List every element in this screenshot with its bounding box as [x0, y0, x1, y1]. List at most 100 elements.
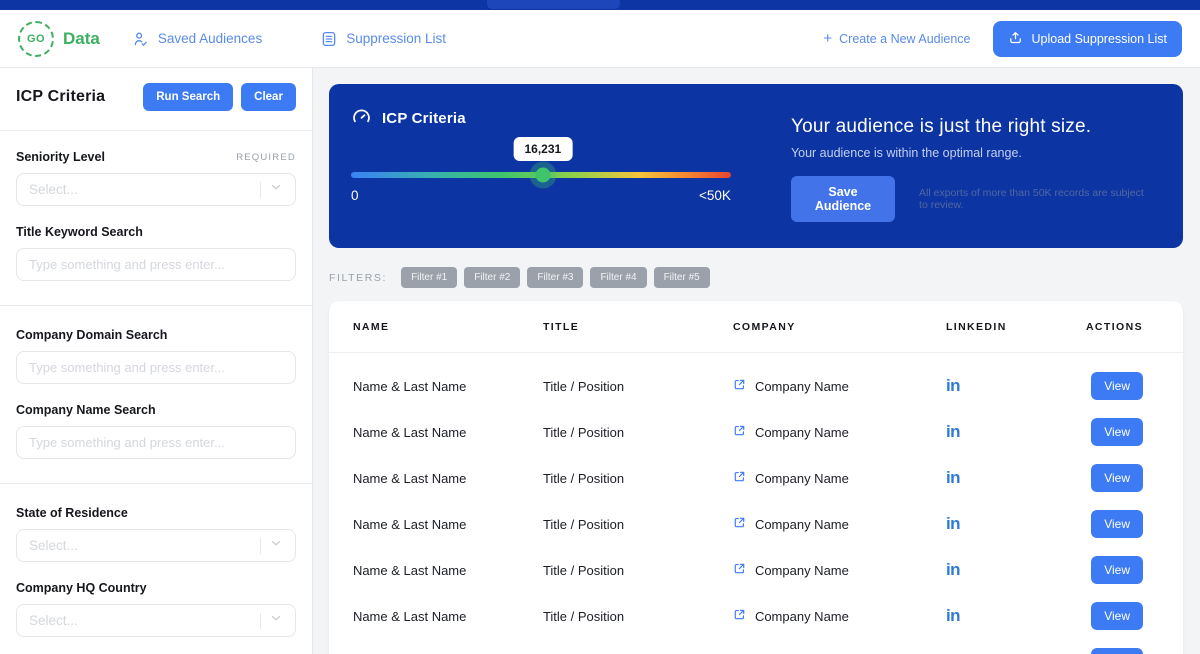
- filter-chip[interactable]: Filter #5: [654, 267, 710, 288]
- filter-chips: Filter #1 Filter #2 Filter #3 Filter #4 …: [401, 267, 710, 288]
- main-content: ICP Criteria 16,231 0 <50K Your audi: [313, 68, 1200, 654]
- name-cell: Name & Last Name: [353, 379, 543, 394]
- linkedin-cell: in: [946, 376, 1086, 396]
- form-field: Seniority Level REQUIRED Select...: [16, 150, 296, 206]
- select-controls: [260, 180, 283, 199]
- actions-cell: View: [1086, 418, 1143, 446]
- app-header: GO Data Saved Audiences: [0, 10, 1200, 68]
- filter-chip[interactable]: Filter #4: [590, 267, 646, 288]
- table-row: Name & Last Name Title / Position Compan…: [329, 547, 1183, 593]
- field-label: Seniority Level: [16, 150, 105, 164]
- nav-label: Suppression List: [346, 31, 446, 46]
- upload-button-label: Upload Suppression List: [1032, 32, 1168, 46]
- linkedin-icon[interactable]: in: [946, 560, 960, 579]
- external-link-icon[interactable]: [733, 470, 746, 486]
- external-link-icon[interactable]: [733, 424, 746, 440]
- view-button[interactable]: View: [1091, 648, 1143, 654]
- column-header: TITLE: [543, 321, 733, 333]
- company-name: Company Name: [755, 425, 849, 440]
- external-link-icon[interactable]: [733, 378, 746, 394]
- sidebar-title: ICP Criteria: [16, 88, 105, 106]
- select-divider: [260, 613, 261, 629]
- form-field: Company Name Search: [16, 403, 296, 459]
- linkedin-icon[interactable]: in: [946, 514, 960, 533]
- text-input[interactable]: [29, 360, 283, 375]
- field-label: Company Domain Search: [16, 328, 167, 342]
- linkedin-cell: in: [946, 422, 1086, 442]
- sidebar-form: Seniority Level REQUIRED Select... Title…: [0, 131, 312, 654]
- plus-icon: +: [823, 30, 832, 47]
- form-field: Company Domain Search: [16, 328, 296, 384]
- actions-cell: View: [1086, 464, 1143, 492]
- nav-saved-audiences[interactable]: Saved Audiences: [132, 30, 262, 48]
- audience-headline: Your audience is just the right size.: [791, 116, 1153, 138]
- actions-cell: View: [1086, 372, 1143, 400]
- gauge-icon: [351, 106, 372, 131]
- linkedin-icon[interactable]: in: [946, 606, 960, 625]
- external-link-icon[interactable]: [733, 562, 746, 578]
- view-button[interactable]: View: [1091, 418, 1143, 446]
- create-new-audience-link[interactable]: + Create a New Audience: [823, 30, 970, 47]
- view-button[interactable]: View: [1091, 556, 1143, 584]
- company-cell: Company Name: [733, 470, 946, 486]
- clear-button[interactable]: Clear: [241, 83, 296, 111]
- top-accent-bar: [0, 0, 1200, 10]
- view-button[interactable]: View: [1091, 510, 1143, 538]
- run-search-button[interactable]: Run Search: [143, 83, 233, 111]
- field-label: Company Name Search: [16, 403, 156, 417]
- title-cell: Title / Position: [543, 471, 733, 486]
- required-badge: REQUIRED: [236, 152, 296, 163]
- app-logo[interactable]: GO Data: [18, 21, 100, 57]
- filter-chip[interactable]: Filter #1: [401, 267, 457, 288]
- table-row: Name & Last Name Title / Position Compan…: [329, 593, 1183, 639]
- name-cell: Name & Last Name: [353, 609, 543, 624]
- field-label: Title Keyword Search: [16, 225, 143, 239]
- view-button[interactable]: View: [1091, 372, 1143, 400]
- text-input[interactable]: [29, 257, 283, 272]
- chevron-down-icon[interactable]: [269, 180, 283, 199]
- filters-sidebar: ICP Criteria Run Search Clear Seniority …: [0, 68, 313, 654]
- linkedin-icon[interactable]: in: [946, 376, 960, 395]
- select-dropdown[interactable]: Select...: [16, 529, 296, 562]
- linkedin-icon[interactable]: in: [946, 422, 960, 441]
- actions-cell: View: [1086, 556, 1143, 584]
- table-row: Name & Last Name Title / Position Compan…: [329, 363, 1183, 409]
- actions-cell: View: [1086, 602, 1143, 630]
- section-divider: [0, 483, 312, 484]
- linkedin-icon[interactable]: in: [946, 468, 960, 487]
- filter-chip[interactable]: Filter #2: [464, 267, 520, 288]
- logo-go-circle: GO: [18, 21, 54, 57]
- sidebar-header: ICP Criteria Run Search Clear: [0, 68, 312, 131]
- table-row: Name & Last Name Title / Position Compan…: [329, 409, 1183, 455]
- name-cell: Name & Last Name: [353, 563, 543, 578]
- select-divider: [260, 538, 261, 554]
- text-input[interactable]: [29, 435, 283, 450]
- external-link-icon[interactable]: [733, 516, 746, 532]
- company-cell: Company Name: [733, 516, 946, 532]
- view-button[interactable]: View: [1091, 464, 1143, 492]
- external-link-icon[interactable]: [733, 608, 746, 624]
- form-field: Title Keyword Search: [16, 225, 296, 281]
- audience-subline: Your audience is within the optimal rang…: [791, 146, 1153, 160]
- logo-data-text: Data: [63, 29, 100, 49]
- save-audience-button[interactable]: Save Audience: [791, 176, 895, 222]
- select-dropdown[interactable]: Select...: [16, 173, 296, 206]
- chevron-down-icon[interactable]: [269, 611, 283, 630]
- slider-track[interactable]: [351, 172, 731, 178]
- nav-suppression-list[interactable]: Suppression List: [320, 30, 446, 48]
- slider-thumb[interactable]: [535, 168, 550, 183]
- icp-criteria-banner: ICP Criteria 16,231 0 <50K Your audi: [329, 84, 1183, 248]
- upload-suppression-list-button[interactable]: Upload Suppression List: [993, 21, 1183, 57]
- filter-chip[interactable]: Filter #3: [527, 267, 583, 288]
- form-field: Company HQ Country Select...: [16, 581, 296, 637]
- linkedin-cell: in: [946, 468, 1086, 488]
- select-dropdown[interactable]: Select...: [16, 604, 296, 637]
- results-table: NAMETITLECOMPANYLINKEDINACTIONS Name & L…: [329, 301, 1183, 654]
- section-divider: [0, 305, 312, 306]
- chevron-down-icon[interactable]: [269, 536, 283, 555]
- title-cell: Title / Position: [543, 609, 733, 624]
- column-header: COMPANY: [733, 321, 946, 333]
- select-placeholder: Select...: [29, 182, 260, 197]
- select-placeholder: Select...: [29, 538, 260, 553]
- view-button[interactable]: View: [1091, 602, 1143, 630]
